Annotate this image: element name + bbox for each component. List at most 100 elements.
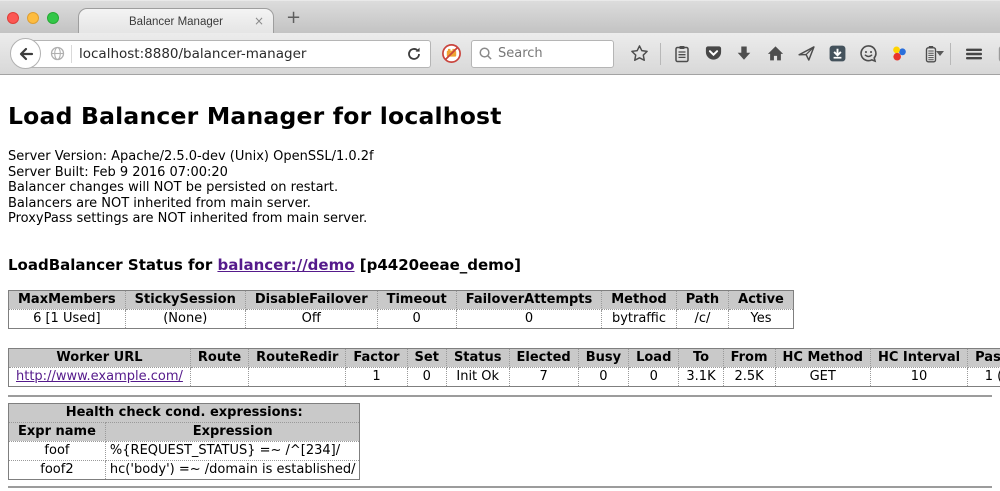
col-busy: Busy: [578, 348, 628, 367]
cell-active: Yes: [729, 309, 794, 328]
home-button[interactable]: [763, 41, 787, 67]
reload-button[interactable]: [398, 46, 430, 62]
plugin-blocked-button[interactable]: [441, 43, 462, 64]
url-bar[interactable]: localhost:8880/balancer-manager: [25, 40, 431, 68]
col-method: Method: [602, 290, 676, 309]
cell-status: Init Ok: [446, 367, 509, 386]
persist-warning-line: Balancer changes will NOT be persisted o…: [8, 180, 992, 196]
table-row: 6 [1 Used] (None) Off 0 0 bytraffic /c/ …: [9, 309, 794, 328]
col-worker-url: Worker URL: [9, 348, 191, 367]
video-download-button[interactable]: [825, 41, 849, 67]
status-suffix: [p4420eeae_demo]: [355, 256, 521, 274]
zoom-window-button[interactable]: [47, 12, 59, 24]
cell-routeredir: [249, 367, 346, 386]
close-window-button[interactable]: [7, 12, 19, 24]
table-row: foof %{REQUEST_STATUS} =~ /^[234]/: [9, 441, 360, 460]
table-header-row: MaxMembers StickySession DisableFailover…: [9, 290, 794, 309]
col-maxmembers: MaxMembers: [9, 290, 126, 309]
loadbalancer-status-heading: LoadBalancer Status for balancer://demo …: [8, 256, 992, 274]
worker-status-table: Worker URL Route RouteRedir Factor Set S…: [8, 348, 1000, 387]
pocket-button[interactable]: [701, 41, 725, 67]
balancers-inherit-line: Balancers are NOT inherited from main se…: [8, 196, 992, 212]
col-routeredir: RouteRedir: [249, 348, 346, 367]
minimize-window-button[interactable]: [27, 12, 39, 24]
tab-balancer-manager[interactable]: Balancer Manager ×: [78, 8, 274, 34]
star-icon: [630, 44, 649, 63]
section-divider: [8, 395, 992, 397]
col-failoverattempts: FailoverAttempts: [456, 290, 602, 309]
cell-to: 3.1K: [679, 367, 723, 386]
cell-disablefailover: Off: [245, 309, 377, 328]
browser-window: Balancer Manager × + localhost:8880/bala…: [0, 0, 1000, 491]
search-bar[interactable]: [471, 40, 614, 68]
battery-extension-button[interactable]: [918, 41, 948, 67]
cell-hc-method: GET: [775, 367, 870, 386]
worker-url-link[interactable]: http://www.example.com/: [16, 369, 183, 384]
col-factor: Factor: [346, 348, 407, 367]
cell-maxmembers: 6 [1 Used]: [9, 309, 126, 328]
bookmark-star-button[interactable]: [627, 41, 651, 67]
col-status: Status: [446, 348, 509, 367]
balancer-demo-link[interactable]: balancer://demo: [217, 256, 354, 274]
col-hc-method: HC Method: [775, 348, 870, 367]
status-prefix: LoadBalancer Status for: [8, 256, 217, 274]
col-expression: Expression: [105, 422, 360, 441]
toolbar-separator-right: [950, 43, 951, 65]
balancer-settings-table: MaxMembers StickySession DisableFailover…: [8, 290, 794, 329]
download-arrow-icon: [735, 45, 753, 63]
tab-title: Balancer Manager: [129, 16, 223, 28]
paper-plane-icon: [797, 44, 816, 63]
search-icon: [478, 46, 493, 61]
cell-from: 2.5K: [723, 367, 775, 386]
smiley-bubble-icon: [859, 44, 878, 63]
col-elected: Elected: [509, 348, 578, 367]
search-input[interactable]: [498, 46, 598, 61]
back-button[interactable]: [10, 38, 41, 69]
downloads-button[interactable]: [732, 41, 756, 67]
bottom-divider: [8, 486, 992, 488]
cell-path: /c/: [676, 309, 728, 328]
clipboard-button[interactable]: [670, 41, 694, 67]
proxypass-inherit-line: ProxyPass settings are NOT inherited fro…: [8, 211, 992, 227]
urlbar-separator: [71, 45, 72, 63]
colored-dots-extension-button[interactable]: [887, 41, 911, 67]
pocket-icon: [704, 44, 723, 63]
cell-worker-url: http://www.example.com/: [9, 367, 191, 386]
cell-stickysession: (None): [125, 309, 245, 328]
col-route: Route: [190, 348, 248, 367]
col-passes: Passes: [968, 348, 1000, 367]
col-disablefailover: DisableFailover: [245, 290, 377, 309]
close-tab-icon[interactable]: ×: [254, 14, 264, 28]
toolbar-icons: [627, 41, 948, 67]
server-version-line: Server Version: Apache/2.5.0-dev (Unix) …: [8, 149, 992, 165]
reload-icon: [406, 46, 422, 62]
url-input[interactable]: localhost:8880/balancer-manager: [79, 46, 398, 62]
hamburger-menu-icon: [964, 45, 984, 63]
col-to: To: [679, 348, 723, 367]
chevron-down-icon[interactable]: [936, 51, 944, 56]
new-tab-button[interactable]: +: [286, 7, 301, 28]
hello-chat-button[interactable]: [856, 41, 880, 67]
col-path: Path: [676, 290, 728, 309]
download-box-icon: [828, 44, 847, 63]
site-identity-globe-icon: [50, 46, 65, 61]
col-expr-name: Expr name: [9, 422, 106, 441]
sidebar-grid-button[interactable]: [995, 41, 1000, 67]
server-built-line: Server Built: Feb 9 2016 07:00:20: [8, 165, 992, 181]
cell-factor: 1: [346, 367, 407, 386]
titlebar: Balancer Manager × +: [0, 0, 1000, 33]
table-row: http://www.example.com/ 1 0 Init Ok 7 0 …: [9, 367, 1000, 386]
menu-button[interactable]: [962, 41, 986, 67]
server-info: Server Version: Apache/2.5.0-dev (Unix) …: [8, 149, 992, 227]
home-icon: [766, 44, 785, 63]
col-timeout: Timeout: [377, 290, 456, 309]
health-check-expressions-table: Health check cond. expressions: Expr nam…: [8, 403, 360, 480]
cell-method: bytraffic: [602, 309, 676, 328]
cell-load: 0: [629, 367, 679, 386]
col-load: Load: [629, 348, 679, 367]
table-title-row: Health check cond. expressions:: [9, 403, 360, 422]
cell-expression: %{REQUEST_STATUS} =~ /^[234]/: [105, 441, 360, 460]
send-button[interactable]: [794, 41, 818, 67]
cell-busy: 0: [578, 367, 628, 386]
cell-failoverattempts: 0: [456, 309, 602, 328]
